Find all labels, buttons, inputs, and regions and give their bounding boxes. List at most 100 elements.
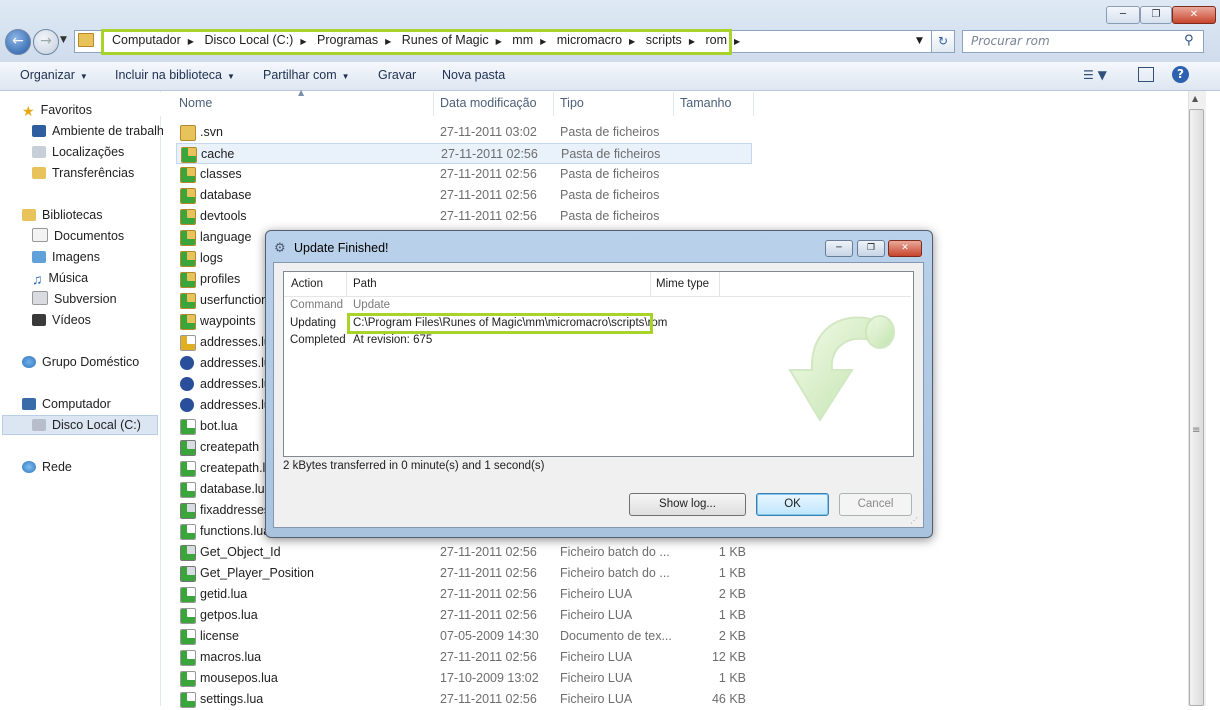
file-row[interactable]: getid.lua 27-11-2011 02:56 Ficheiro LUA 2 K… — [176, 584, 752, 605]
file-size: 1 KB — [718, 608, 746, 622]
nav-network[interactable]: Rede — [22, 457, 72, 477]
show-log-button[interactable]: Show log... — [629, 493, 746, 516]
nav-documents[interactable]: Documentos — [32, 226, 124, 246]
file-row[interactable]: settings.lua 27-11-2011 02:56 Ficheiro LUA… — [176, 689, 752, 710]
column-divider[interactable] — [346, 272, 347, 296]
row-action[interactable]: Command — [290, 299, 343, 311]
file-row[interactable]: getpos.lua 27-11-2011 02:56 Ficheiro LUA 1 … — [176, 605, 752, 626]
file-row[interactable]: Get_Player_Position 27-11-2011 02:56 Fiche… — [176, 563, 752, 584]
dialog-minimize-button[interactable]: ─ — [825, 240, 853, 257]
nav-videos[interactable]: Vídeos — [32, 310, 91, 330]
file-date: 27-11-2011 02:56 — [440, 650, 537, 664]
file-row[interactable]: Get_Object_Id 27-11-2011 02:56 Ficheiro ba… — [176, 542, 752, 563]
file-row[interactable]: mousepos.lua 17-10-2009 13:02 Ficheiro LUA… — [176, 668, 752, 689]
column-divider[interactable] — [673, 92, 674, 116]
organize-menu[interactable]: Organizar ▼ — [20, 68, 88, 82]
help-icon[interactable]: ? — [1172, 66, 1189, 83]
svn-batch-icon — [180, 545, 196, 561]
nav-local-disk[interactable]: Disco Local (C:) — [32, 415, 141, 435]
include-library-menu[interactable]: Incluir na biblioteca ▼ — [115, 68, 235, 82]
row-action[interactable]: Completed — [290, 334, 346, 346]
file-name: getid.lua — [200, 587, 248, 601]
nav-images[interactable]: Imagens — [32, 247, 100, 267]
nav-favorites[interactable]: ★ Favoritos — [22, 100, 92, 120]
file-name: database — [200, 188, 252, 202]
minimize-button[interactable]: ─ — [1106, 6, 1140, 24]
chevron-down-icon: ▼ — [227, 72, 235, 81]
file-name: profiles — [200, 272, 241, 286]
nav-music[interactable]: ♫ Música — [32, 268, 88, 288]
close-button[interactable]: ✕ — [1172, 6, 1216, 24]
svn-folder-icon — [180, 188, 196, 204]
row-path[interactable]: Update — [353, 299, 390, 311]
nav-label: Subversion — [54, 292, 117, 306]
file-name: license — [200, 629, 239, 643]
nav-desktop[interactable]: Ambiente de trabalh — [32, 121, 164, 141]
preview-pane-icon[interactable] — [1138, 67, 1154, 82]
file-date: 27-11-2011 02:56 — [440, 587, 537, 601]
recent-pages-dropdown[interactable]: ▼ — [60, 35, 67, 45]
dialog-close-button[interactable]: ✕ — [888, 240, 922, 257]
row-action[interactable]: Updating — [290, 317, 336, 329]
back-button[interactable]: ← — [5, 29, 31, 55]
scrollbar-thumb[interactable] — [1189, 109, 1204, 706]
ok-button[interactable]: OK — [756, 493, 829, 516]
file-row[interactable]: .svn 27-11-2011 03:02 Pasta de ficheiros — [176, 122, 752, 143]
file-row[interactable]: database 27-11-2011 02:56 Pasta de ficheir… — [176, 185, 752, 206]
nav-computer[interactable]: Computador — [22, 394, 111, 414]
row-path[interactable]: At revision: 675 — [353, 334, 432, 346]
scroll-up-icon[interactable]: ▲ — [1192, 94, 1198, 103]
svn-unknown-icon — [180, 377, 194, 391]
resize-grip-icon[interactable]: ⋰ — [910, 516, 918, 525]
drive-icon — [32, 419, 46, 431]
column-divider[interactable] — [719, 272, 720, 296]
refresh-button[interactable]: ↻ — [931, 30, 955, 53]
file-type: Ficheiro batch do ... — [560, 545, 670, 559]
maximize-icon: ❐ — [866, 243, 876, 253]
dialog-maximize-button[interactable]: ❐ — [857, 240, 885, 257]
forward-button[interactable]: → — [33, 29, 59, 55]
file-row[interactable]: classes 27-11-2011 02:56 Pasta de ficheiro… — [176, 164, 752, 185]
file-type: Pasta de ficheiros — [561, 147, 661, 161]
column-divider[interactable] — [650, 272, 651, 296]
minimize-icon: ─ — [836, 243, 842, 253]
column-divider[interactable] — [433, 92, 434, 116]
maximize-button[interactable]: ❐ — [1140, 6, 1172, 24]
burn-button[interactable]: Gravar — [378, 68, 416, 82]
svn-folder-icon — [180, 251, 196, 267]
new-folder-button[interactable]: Nova pasta — [442, 68, 505, 82]
column-modified[interactable]: Data modificação — [440, 96, 537, 110]
folder-icon — [78, 33, 94, 47]
column-mime[interactable]: Mime type — [656, 278, 709, 290]
nav-homegroup[interactable]: Grupo Doméstico — [22, 352, 139, 372]
folder-icon — [180, 125, 196, 141]
column-divider[interactable] — [753, 92, 754, 116]
search-icon[interactable]: ⚲ — [1184, 33, 1194, 48]
cancel-button[interactable]: Cancel — [839, 493, 912, 516]
nav-subversion[interactable]: Subversion — [32, 289, 117, 309]
file-row[interactable]: macros.lua 27-11-2011 02:56 Ficheiro LUA 12… — [176, 647, 752, 668]
nav-places[interactable]: Localizações — [32, 142, 124, 162]
nav-libraries[interactable]: Bibliotecas — [22, 205, 102, 225]
file-name: macros.lua — [200, 650, 262, 664]
homegroup-icon — [22, 356, 36, 368]
column-action[interactable]: Action — [291, 278, 323, 290]
file-row[interactable]: license 07-05-2009 14:30 Documento de tex.… — [176, 626, 752, 647]
svn-folder-icon — [180, 230, 196, 246]
file-row[interactable]: devtools 27-11-2011 02:56 Pasta de ficheir… — [176, 206, 752, 227]
column-name[interactable]: Nome — [179, 96, 212, 110]
share-menu[interactable]: Partilhar com ▼ — [263, 68, 350, 82]
file-row[interactable]: cache 27-11-2011 02:56 Pasta de ficheiros — [176, 143, 752, 164]
chevron-right-icon[interactable]: ▶ — [734, 37, 740, 46]
column-type[interactable]: Tipo — [560, 96, 584, 110]
nav-downloads[interactable]: Transferências — [32, 163, 134, 183]
file-type: Ficheiro LUA — [560, 671, 633, 685]
update-list-header — [284, 272, 911, 297]
column-path[interactable]: Path — [353, 278, 377, 290]
file-name: userfunction — [200, 293, 269, 307]
view-options-icon[interactable]: ☰ ▼ — [1083, 68, 1107, 82]
address-history-dropdown[interactable]: ▼ — [916, 36, 923, 46]
column-divider[interactable] — [553, 92, 554, 116]
libraries-icon — [22, 209, 36, 221]
column-size[interactable]: Tamanho — [680, 96, 731, 110]
